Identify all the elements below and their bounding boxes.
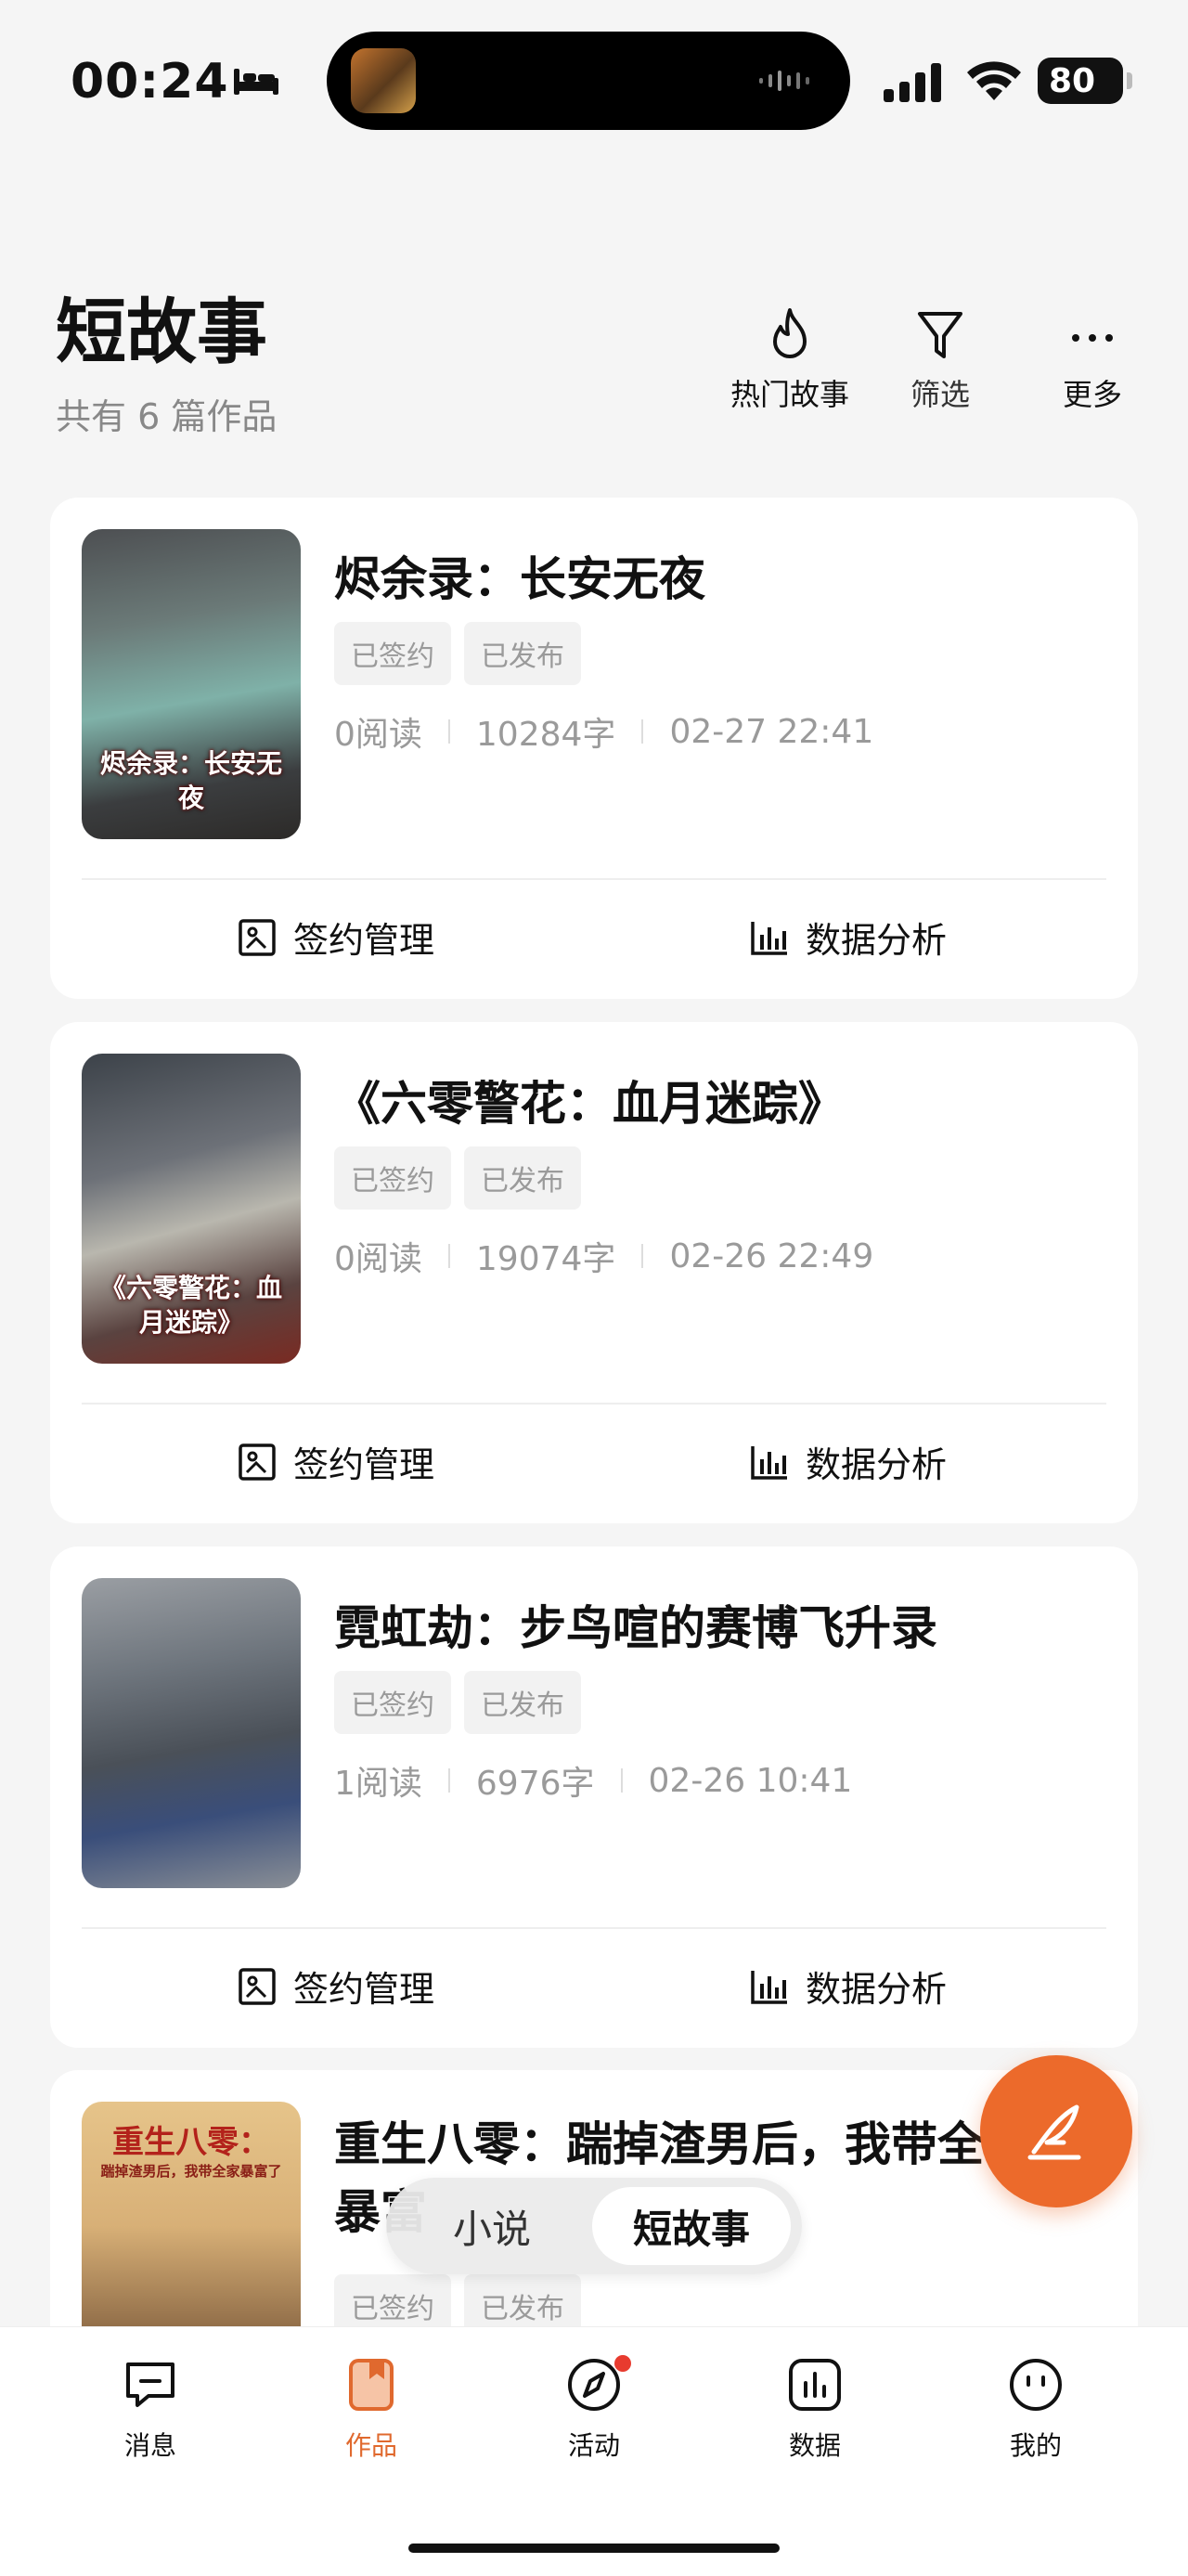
nav-label: 数据 (788, 2430, 841, 2461)
cover-subtitle: 踹掉渣男后，我带全家暴富了 (100, 2163, 282, 2180)
toggle-novel[interactable]: 小说 (399, 2187, 585, 2265)
nav-label: 活动 (567, 2430, 620, 2461)
battery-level: 80 (1049, 61, 1096, 100)
now-playing-artwork (351, 48, 416, 113)
flame-icon (773, 308, 807, 358)
audio-wave-icon (759, 71, 809, 91)
signed-badge: 已签约 (334, 1146, 451, 1210)
word-count: 19074字 (475, 1240, 616, 1278)
published-badge: 已发布 (464, 1146, 581, 1210)
signed-badge: 已签约 (334, 1671, 451, 1734)
contract-icon (239, 1967, 276, 2005)
contract-label: 签约管理 (293, 1444, 435, 1485)
nav-data[interactable]: 数据 (750, 2355, 880, 2463)
update-time: 02-27 22:41 (669, 712, 874, 751)
bar-chart-icon (751, 921, 787, 955)
work-title[interactable]: 烬余录：长安无夜 (334, 542, 705, 609)
sleep-focus-icon (234, 69, 278, 95)
nav-messages[interactable]: 消息 (85, 2355, 215, 2463)
filter-button[interactable]: 筛选 (871, 306, 1010, 414)
contract-management-button[interactable]: 签约管理 (238, 1961, 434, 2012)
read-count: 0阅读 (334, 1240, 422, 1278)
cover-image[interactable]: 烬余录：长安无夜 (82, 529, 301, 839)
read-count: 0阅读 (334, 716, 422, 754)
divider (82, 1403, 1106, 1405)
data-analysis-button[interactable]: 数据分析 (750, 912, 947, 963)
data-analysis-button[interactable]: 数据分析 (750, 1961, 947, 2012)
battery-indicator: 80 (1038, 58, 1132, 104)
update-time: 02-26 10:41 (648, 1761, 853, 1800)
data-analysis-label: 数据分析 (806, 920, 948, 961)
hot-stories-button[interactable]: 热门故事 (720, 306, 859, 414)
nav-profile[interactable]: 我的 (971, 2355, 1101, 2463)
contract-label: 签约管理 (293, 1969, 435, 2010)
cover-image[interactable] (82, 1578, 301, 1888)
wifi-icon (967, 61, 1021, 100)
cover-title: 烬余录：长安无夜 (99, 748, 282, 813)
cover-title: 《六零警花：血月迷踪》 (99, 1273, 282, 1338)
contract-icon (239, 1443, 276, 1481)
published-badge: 已发布 (464, 622, 581, 685)
chart-icon (789, 2359, 841, 2411)
contract-icon (239, 918, 276, 956)
work-card[interactable]: 《六零警花：血月迷踪》 《六零警花：血月迷踪》 已签约 已发布 0阅读 1907… (50, 1022, 1138, 1523)
word-count: 10284字 (475, 716, 616, 754)
write-fab-button[interactable] (980, 2055, 1132, 2207)
signed-badge: 已签约 (334, 622, 451, 685)
message-icon (126, 2362, 174, 2407)
published-badge: 已发布 (464, 1671, 581, 1734)
filter-icon (918, 312, 962, 358)
hot-stories-label: 热门故事 (730, 377, 849, 412)
more-label: 更多 (1062, 377, 1122, 412)
page-title: 短故事 (56, 291, 267, 373)
contract-management-button[interactable]: 签约管理 (238, 912, 434, 963)
dynamic-island[interactable] (327, 32, 850, 130)
cover-title: 重生八零： (112, 2124, 270, 2161)
nav-label: 作品 (344, 2430, 397, 2461)
clock: 00:24 (71, 54, 229, 110)
nav-label: 我的 (1009, 2430, 1062, 2461)
quill-icon (1027, 2104, 1081, 2160)
works-count: 共有 6 篇作品 (56, 396, 278, 437)
more-icon (1072, 334, 1113, 342)
data-analysis-button[interactable]: 数据分析 (750, 1436, 947, 1487)
work-title[interactable]: 《六零警花：血月迷踪》 (334, 1067, 845, 1133)
data-analysis-label: 数据分析 (806, 1969, 948, 2010)
work-title[interactable]: 霓虹劫：步鸟喧的赛博飞升录 (334, 1591, 937, 1658)
nav-activities[interactable]: 活动 (529, 2355, 659, 2463)
filter-label: 筛选 (910, 377, 970, 412)
status-bar: 00:24 80 (0, 0, 1188, 158)
home-indicator[interactable] (408, 2544, 780, 2553)
toggle-short-story[interactable]: 短故事 (592, 2187, 791, 2265)
read-count: 1阅读 (334, 1765, 422, 1803)
nav-works[interactable]: 作品 (306, 2355, 436, 2463)
bar-chart-icon (751, 1970, 787, 2004)
contract-management-button[interactable]: 签约管理 (238, 1436, 434, 1487)
works-icon (349, 2359, 394, 2411)
bottom-navigation: 消息 作品 活动 数据 我的 (0, 2326, 1188, 2576)
nav-label: 消息 (123, 2430, 176, 2461)
profile-icon (1010, 2359, 1062, 2411)
work-card[interactable]: 烬余录：长安无夜 烬余录：长安无夜 已签约 已发布 0阅读 10284字 02-… (50, 498, 1138, 999)
divider (82, 1927, 1106, 1929)
cover-image[interactable]: 《六零警花：血月迷踪》 (82, 1054, 301, 1364)
work-card[interactable]: 霓虹劫：步鸟喧的赛博飞升录 已签约 已发布 1阅读 6976字 02-26 10… (50, 1547, 1138, 2048)
update-time: 02-26 22:49 (669, 1236, 874, 1275)
divider (82, 878, 1106, 880)
cellular-signal-icon (884, 63, 941, 102)
more-button[interactable]: 更多 (1023, 306, 1162, 414)
notification-dot (614, 2355, 631, 2372)
content-type-toggle[interactable]: 小说 短故事 (386, 2178, 802, 2274)
word-count: 6976字 (475, 1765, 595, 1803)
data-analysis-label: 数据分析 (806, 1444, 948, 1485)
contract-label: 签约管理 (293, 920, 435, 961)
bar-chart-icon (751, 1445, 787, 1480)
